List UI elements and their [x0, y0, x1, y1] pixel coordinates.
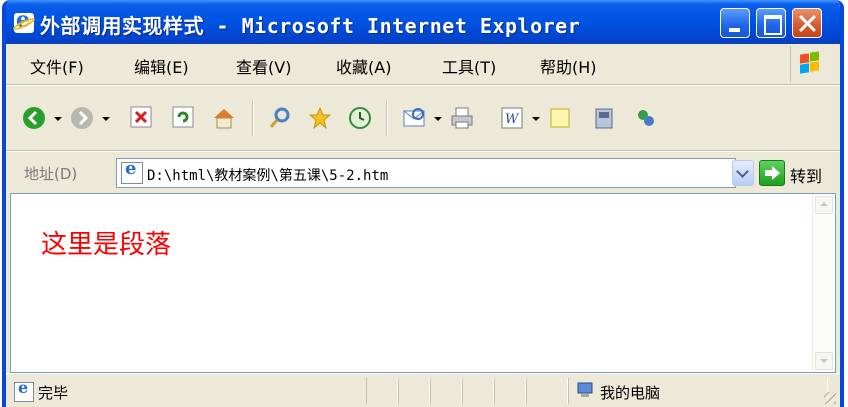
menu-edit[interactable]: 编辑(E) [134, 54, 189, 78]
favorites-icon[interactable] [308, 106, 332, 130]
maximize-button[interactable] [756, 8, 786, 38]
address-label: 地址(D) [24, 165, 78, 183]
title-bar[interactable]: 外部调用实现样式 - Microsoft Internet Explorer [6, 0, 840, 44]
my-computer-icon [577, 382, 593, 397]
address-dropdown-button[interactable] [732, 160, 754, 186]
windows-logo-icon [790, 46, 829, 82]
svg-text:W: W [505, 112, 520, 127]
home-icon[interactable] [212, 106, 236, 130]
research-icon[interactable] [634, 106, 658, 130]
mail-dropdown-icon[interactable] [434, 117, 442, 121]
discuss-icon[interactable] [548, 106, 572, 130]
address-bar: 地址(D) D:\html\教材案例\第五课\5-2.htm 转到 [6, 151, 840, 194]
page-content: 这里是段落 [10, 193, 836, 373]
ie-window: 外部调用实现样式 - Microsoft Internet Explorer 文… [2, 0, 844, 407]
scroll-down-button[interactable] [815, 352, 833, 370]
address-url[interactable]: D:\html\教材案例\第五课\5-2.htm [147, 165, 388, 185]
menu-tools[interactable]: 工具(T) [442, 54, 496, 78]
security-zone-label: 我的电脑 [600, 384, 661, 402]
scroll-up-button[interactable] [815, 196, 833, 214]
toolbar-separator [386, 100, 388, 136]
edit-icon[interactable]: W [500, 106, 524, 130]
menu-file[interactable]: 文件(F) [30, 54, 84, 78]
standard-toolbar: W [6, 85, 840, 151]
messenger-icon[interactable] [592, 106, 616, 130]
status-pane [366, 378, 398, 404]
history-icon[interactable] [348, 106, 372, 130]
status-pane [398, 378, 430, 404]
status-pane [526, 378, 568, 404]
refresh-icon[interactable] [172, 106, 194, 128]
status-page-icon [14, 378, 34, 402]
status-pane [430, 378, 462, 404]
status-bar: 完毕 我的电脑 [6, 373, 840, 407]
back-dropdown-icon[interactable] [54, 117, 62, 121]
minimize-button[interactable] [720, 8, 750, 38]
vertical-scrollbar[interactable] [812, 194, 835, 372]
go-arrow-icon[interactable] [759, 160, 785, 186]
close-button[interactable] [792, 8, 822, 38]
resize-grip[interactable] [824, 392, 836, 404]
status-pane [462, 378, 494, 404]
go-button[interactable]: 转到 [790, 163, 822, 187]
menu-bar: 文件(F) 编辑(E) 查看(V) 收藏(A) 工具(T) 帮助(H) [6, 44, 840, 85]
stop-icon[interactable] [130, 106, 152, 128]
address-input[interactable]: D:\html\教材案例\第五课\5-2.htm [116, 158, 736, 188]
page-icon [121, 158, 143, 184]
forward-icon[interactable] [70, 106, 94, 130]
content-paragraph: 这里是段落 [41, 230, 172, 260]
forward-dropdown-icon[interactable] [102, 117, 110, 121]
edit-dropdown-icon[interactable] [532, 117, 540, 121]
search-icon[interactable] [268, 106, 292, 130]
window-title: 外部调用实现样式 - Microsoft Internet Explorer [40, 14, 581, 38]
ie-logo-icon[interactable] [14, 7, 34, 33]
menu-view[interactable]: 查看(V) [236, 54, 291, 78]
back-icon[interactable] [22, 106, 46, 130]
menu-help[interactable]: 帮助(H) [540, 54, 597, 78]
toolbar-separator [252, 100, 254, 136]
menu-favorites[interactable]: 收藏(A) [336, 54, 391, 78]
status-text: 完毕 [38, 384, 69, 402]
mail-icon[interactable] [402, 106, 428, 130]
status-pane [494, 378, 526, 404]
print-icon[interactable] [450, 106, 474, 130]
